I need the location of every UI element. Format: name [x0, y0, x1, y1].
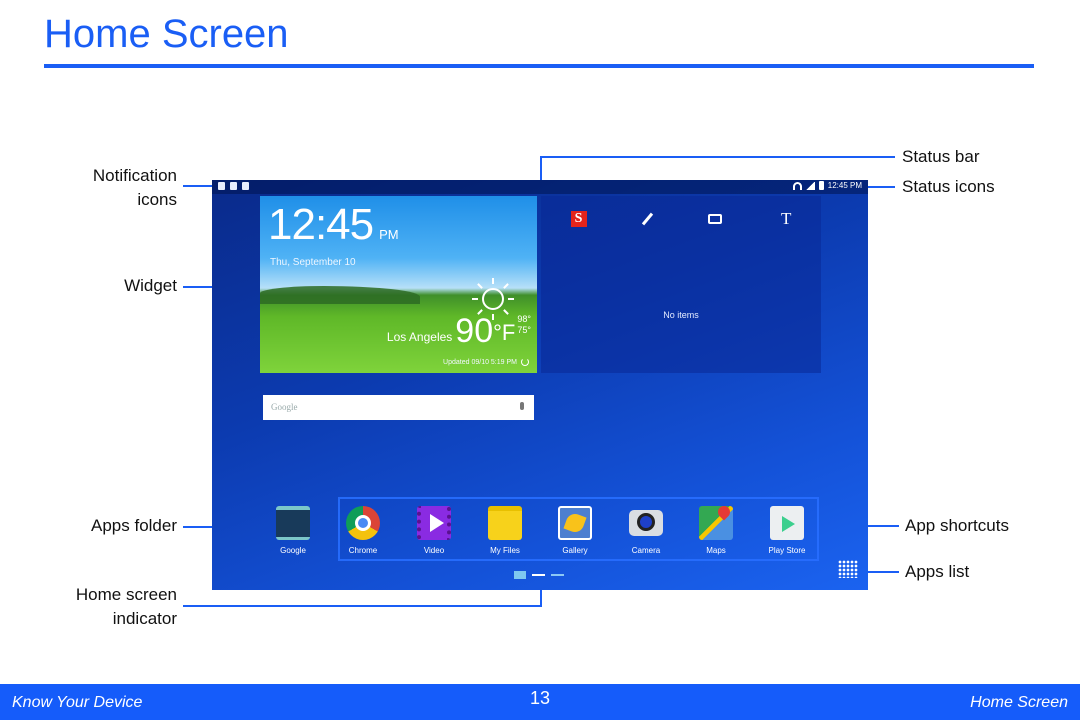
callout-status-bar: Status bar — [902, 147, 980, 166]
tablet-home-screen: 12:45 PM 12:45 PM Thu, September 10 Los A… — [212, 180, 868, 590]
widget-updated-text: Updated 09/10 5:19 PM — [443, 358, 517, 366]
landscape-trees — [260, 286, 420, 304]
callout-apps-folder: Apps folder — [91, 516, 177, 535]
footer-section: Know Your Device — [12, 694, 143, 711]
maps-icon — [699, 506, 733, 540]
pen-icon[interactable] — [641, 212, 653, 226]
app-label: Google — [280, 546, 306, 555]
widget-hilo: 98° 75° — [517, 314, 531, 336]
battery-icon — [818, 181, 824, 190]
callout-apps-list: Apps list — [905, 562, 970, 581]
video-icon — [417, 506, 451, 540]
page-title: Home Screen — [44, 12, 289, 56]
sun-ray — [502, 283, 509, 290]
home-screen-indicator[interactable] — [514, 571, 564, 579]
widget-time: 12:45 PM — [268, 200, 399, 250]
download-icon — [218, 182, 225, 190]
leader-line — [540, 156, 542, 182]
play-store-icon — [770, 506, 804, 540]
microphone-icon[interactable] — [520, 402, 524, 410]
app-label: My Files — [490, 546, 520, 555]
app-label: Video — [423, 546, 445, 555]
page-indicator[interactable] — [551, 574, 564, 576]
camera-icon — [629, 510, 663, 536]
signal-icon — [805, 181, 815, 190]
scrapbook-empty-text: No items — [663, 310, 699, 320]
app-label: Play Store — [768, 546, 806, 555]
app-label: Chrome — [348, 546, 378, 555]
page-footer: Know Your Device 13 Home Screen — [0, 684, 1080, 720]
widget-temperature: 90 — [455, 312, 494, 350]
callout-widget: Widget — [124, 276, 177, 295]
widget-ampm: PM — [379, 227, 399, 242]
footer-topic: Home Screen — [970, 694, 1068, 711]
app-label: Gallery — [562, 546, 588, 555]
status-bar[interactable]: 12:45 PM — [212, 180, 868, 194]
callout-home-screen-indicator: Home screen indicator — [76, 583, 177, 631]
callout-notification-icons: Notification icons — [93, 164, 177, 212]
scrapbook-s-icon[interactable]: S — [570, 211, 587, 227]
callout-text: Home screen — [75, 585, 177, 604]
widget-updated: Updated 09/10 5:19 PM — [443, 358, 529, 366]
callout-text: icons — [137, 190, 177, 209]
app-shortcut-gallery[interactable]: Gallery — [545, 506, 605, 555]
chrome-icon — [346, 506, 380, 540]
gallery-icon — [558, 506, 592, 540]
app-shortcut-camera[interactable]: Camera — [616, 506, 676, 555]
widget-city: Los Angeles — [386, 330, 453, 344]
sun-icon — [482, 288, 504, 310]
sun-ray — [508, 298, 514, 300]
page-indicator-active[interactable] — [532, 574, 545, 576]
apps-list-icon[interactable] — [838, 560, 858, 578]
app-shortcut-play-store[interactable]: Play Store — [757, 506, 817, 555]
widget-low: 75° — [517, 325, 531, 335]
app-shortcut-video[interactable]: Video — [404, 506, 464, 555]
app-label: Maps — [706, 546, 726, 555]
clock-weather-widget[interactable]: 12:45 PM Thu, September 10 Los Angeles 90… — [260, 196, 537, 373]
lock-warning-icon — [242, 182, 249, 190]
callout-status-icons: Status icons — [902, 177, 995, 196]
app-shortcut-chrome[interactable]: Chrome — [333, 506, 393, 555]
scrapbook-tools: S T — [541, 209, 821, 229]
widget-date: Thu, September 10 — [270, 257, 356, 268]
refresh-icon[interactable] — [521, 358, 529, 366]
scrapbook-widget[interactable]: S T No items — [541, 196, 821, 373]
page-number: 13 — [530, 688, 551, 708]
leader-line — [866, 186, 895, 188]
text-icon[interactable]: T — [781, 209, 791, 229]
sun-ray — [472, 298, 478, 300]
widget-high: 98° — [517, 314, 531, 324]
callout-text: indicator — [112, 609, 177, 628]
title-rule — [44, 64, 1034, 68]
callout-app-shortcuts: App shortcuts — [905, 516, 1009, 535]
leader-line — [540, 156, 895, 158]
callout-text: Notification — [92, 166, 177, 185]
status-icons: 12:45 PM — [792, 181, 862, 190]
sun-ray — [492, 278, 494, 284]
app-label: Camera — [631, 546, 661, 555]
sun-ray — [492, 314, 494, 320]
widget-time-value: 12:45 — [268, 200, 374, 249]
widget-unit: °F — [493, 320, 516, 345]
google-folder-icon — [276, 506, 310, 540]
status-time: 12:45 PM — [827, 181, 862, 190]
search-placeholder: Google — [271, 402, 298, 412]
app-shortcut-maps[interactable]: Maps — [686, 506, 746, 555]
google-search-bar[interactable]: Google — [263, 395, 534, 420]
apps-folder[interactable]: Google — [263, 506, 323, 555]
leader-line — [183, 605, 542, 607]
wifi-icon — [792, 181, 802, 190]
camera-capture-icon[interactable] — [707, 214, 722, 224]
home-pages-icon[interactable] — [514, 571, 526, 579]
my-files-icon — [488, 506, 522, 540]
app-shortcut-my-files[interactable]: My Files — [475, 506, 535, 555]
task-icon — [230, 182, 237, 190]
leader-line — [183, 185, 214, 187]
widget-weather: Los Angeles 90 °F 98° 75° — [387, 314, 531, 348]
notification-icons[interactable] — [218, 182, 249, 190]
sun-ray — [477, 283, 484, 290]
